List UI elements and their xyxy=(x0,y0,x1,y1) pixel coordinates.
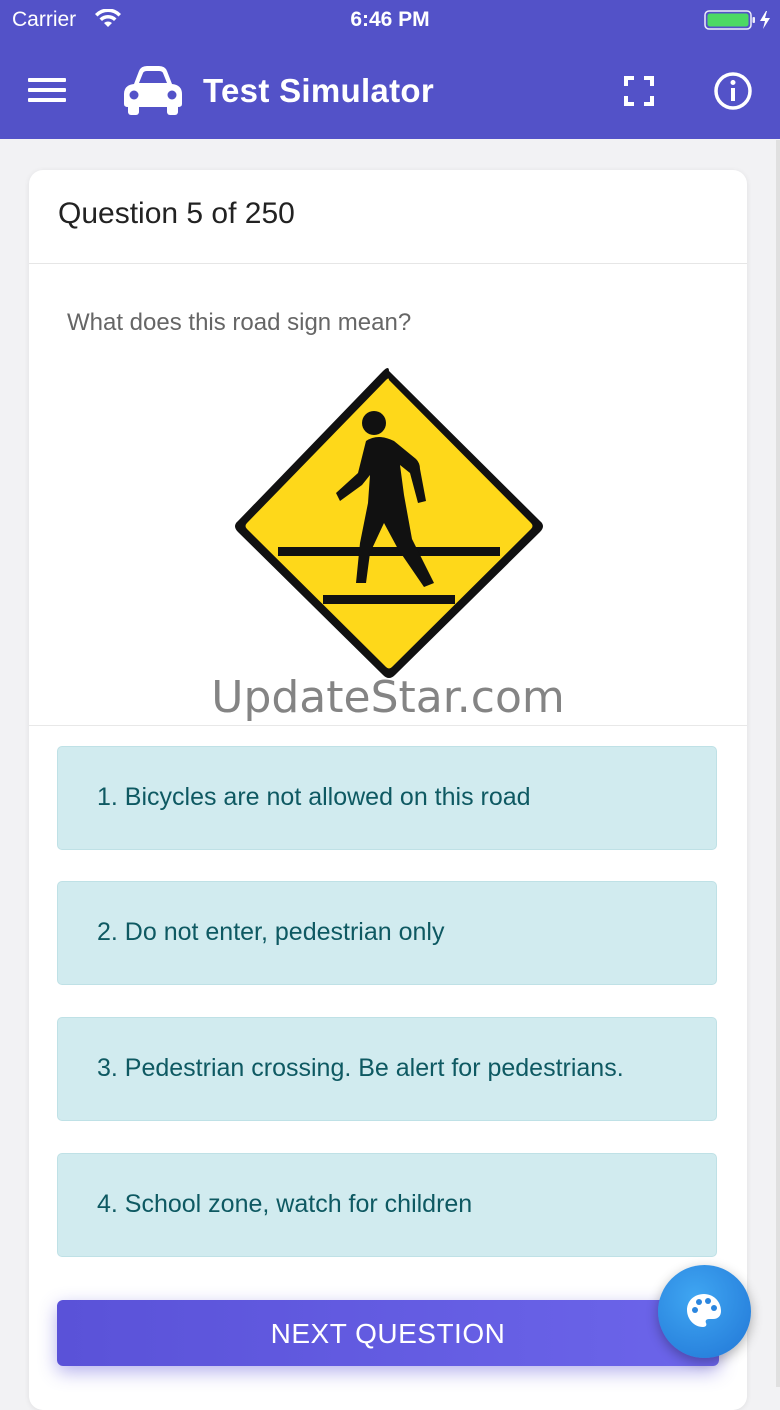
next-question-label: NEXT QUESTION xyxy=(270,1318,506,1349)
battery-charging-icon xyxy=(704,10,770,30)
watermark: UpdateStar.com xyxy=(211,672,565,723)
info-icon[interactable] xyxy=(713,71,753,111)
divider xyxy=(29,725,747,726)
question-card: Question 5 of 250 What does this road si… xyxy=(29,170,747,1410)
answer-option-2[interactable]: 2. Do not enter, pedestrian only xyxy=(57,881,717,985)
answer-label: 4. School zone, watch for children xyxy=(97,1190,473,1218)
clock-time: 6:46 PM xyxy=(350,8,430,31)
app-title: Test Simulator xyxy=(203,72,434,109)
answer-option-4[interactable]: 4. School zone, watch for children xyxy=(57,1153,717,1257)
question-text: What does this road sign mean? xyxy=(67,309,412,336)
menu-icon[interactable] xyxy=(28,76,66,104)
status-bar: Carrier 6:46 PM xyxy=(0,0,780,40)
fullscreen-icon[interactable] xyxy=(624,76,654,106)
answer-label: 1. Bicycles are not allowed on this road xyxy=(97,783,531,811)
answer-label: 3. Pedestrian crossing. Be alert for ped… xyxy=(97,1054,624,1082)
app-bar: Test Simulator xyxy=(0,40,780,139)
palette-icon xyxy=(687,1294,721,1327)
question-counter: Question 5 of 250 xyxy=(58,197,295,230)
scrollbar[interactable] xyxy=(776,140,780,1387)
theme-fab-button[interactable] xyxy=(658,1265,751,1358)
car-icon xyxy=(124,66,182,115)
next-question-button[interactable]: NEXT QUESTION xyxy=(57,1300,719,1366)
pedestrian-crossing-sign-icon xyxy=(235,368,543,678)
answer-option-1[interactable]: 1. Bicycles are not allowed on this road xyxy=(57,746,717,850)
card-header: Question 5 of 250 xyxy=(29,170,747,264)
answer-label: 2. Do not enter, pedestrian only xyxy=(97,918,445,946)
answer-option-3[interactable]: 3. Pedestrian crossing. Be alert for ped… xyxy=(57,1017,717,1121)
